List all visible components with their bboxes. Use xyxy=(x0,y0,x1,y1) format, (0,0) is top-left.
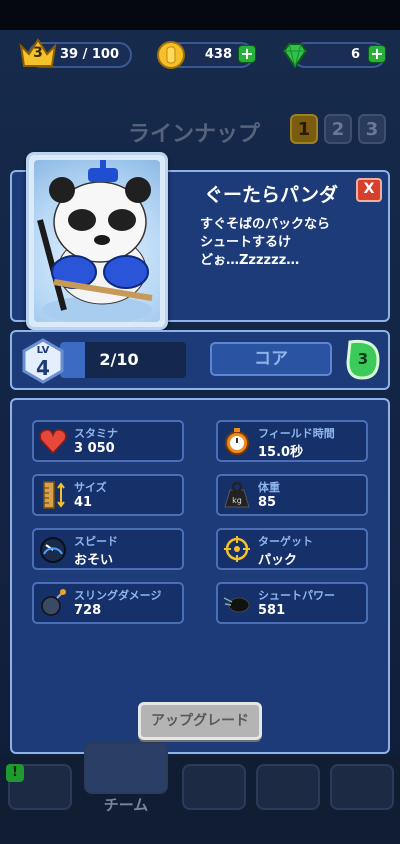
speedometer-icon xyxy=(40,537,66,563)
gem-icon xyxy=(282,43,308,69)
lineup-title: ラインナップ xyxy=(128,122,261,147)
stat-label: スピード xyxy=(74,535,118,548)
stat-size: サイズ 41 xyxy=(32,474,184,516)
add-gems-button[interactable]: + xyxy=(368,45,386,63)
stat-speed: スピード おそい xyxy=(32,528,184,570)
stat-value: 728 xyxy=(74,603,102,618)
stat-value: 15.0秒 xyxy=(258,445,304,460)
crosshair-icon xyxy=(224,536,250,562)
gems-value: 6 xyxy=(350,47,360,62)
core-count: 3 xyxy=(357,350,369,368)
weight-icon: kg xyxy=(224,481,250,508)
core-button[interactable]: コア xyxy=(210,342,332,376)
stat-weight: kg 体重 85 xyxy=(216,474,368,516)
stat-value: パック xyxy=(258,553,298,568)
stat-value: 3 050 xyxy=(74,441,115,456)
lineup-tab-3[interactable]: 3 xyxy=(358,114,386,144)
lineup-tab-1[interactable]: 1 xyxy=(290,114,318,144)
stat-label: 体重 xyxy=(258,481,280,494)
stat-label: サイズ xyxy=(74,481,107,494)
heart-icon xyxy=(39,429,67,455)
panda-icon xyxy=(37,160,153,322)
stat-field-time: フィールド時間 15.0秒 xyxy=(216,420,368,462)
stat-label: ターゲット xyxy=(258,535,313,548)
character-portrait xyxy=(26,152,168,330)
stat-label: フィールド時間 xyxy=(258,427,335,440)
player-level: 3 xyxy=(33,45,43,61)
stat-label: スリングダメージ xyxy=(74,589,162,602)
coins-value: 438 xyxy=(204,47,232,62)
nav-play[interactable] xyxy=(182,764,246,810)
player-xp-text: 39 / 100 xyxy=(60,47,120,62)
stat-sling-damage: スリングダメージ 728 xyxy=(32,582,184,624)
stat-value: おそい xyxy=(74,553,114,568)
stat-stamina: スタミナ 3 050 xyxy=(32,420,184,462)
ruler-icon xyxy=(43,481,65,509)
nav-alert-badge: ! xyxy=(6,764,24,782)
character-name: ぐーたらパンダ xyxy=(204,184,338,206)
add-coins-button[interactable]: + xyxy=(238,45,256,63)
coin-icon xyxy=(157,41,185,69)
upgrade-button[interactable]: アップグレード xyxy=(138,702,262,740)
stat-value: 581 xyxy=(258,603,286,618)
nav-team[interactable] xyxy=(84,742,168,794)
svg-text:kg: kg xyxy=(232,496,242,505)
nav-events[interactable] xyxy=(330,764,394,810)
nav-team-label: チーム xyxy=(103,796,149,814)
puck-icon xyxy=(223,597,250,613)
close-button[interactable]: X xyxy=(356,178,382,202)
stat-label: スタミナ xyxy=(74,427,118,440)
character-description: すぐそばのパックなら シュートするけ どぉ…Zzzzzz… xyxy=(200,217,331,268)
bomb-icon xyxy=(41,589,66,616)
lineup-tab-2[interactable]: 2 xyxy=(324,114,352,144)
stat-shoot-power: シュートパワー 581 xyxy=(216,582,368,624)
card-progress-text: 2/10 xyxy=(99,350,139,369)
stat-value: 85 xyxy=(258,495,277,510)
stat-value: 41 xyxy=(74,495,93,510)
stat-label: シュートパワー xyxy=(258,589,335,602)
status-bar xyxy=(0,0,400,30)
stopwatch-icon xyxy=(225,428,249,455)
nav-clan[interactable] xyxy=(256,764,320,810)
stat-target: ターゲット パック xyxy=(216,528,368,570)
